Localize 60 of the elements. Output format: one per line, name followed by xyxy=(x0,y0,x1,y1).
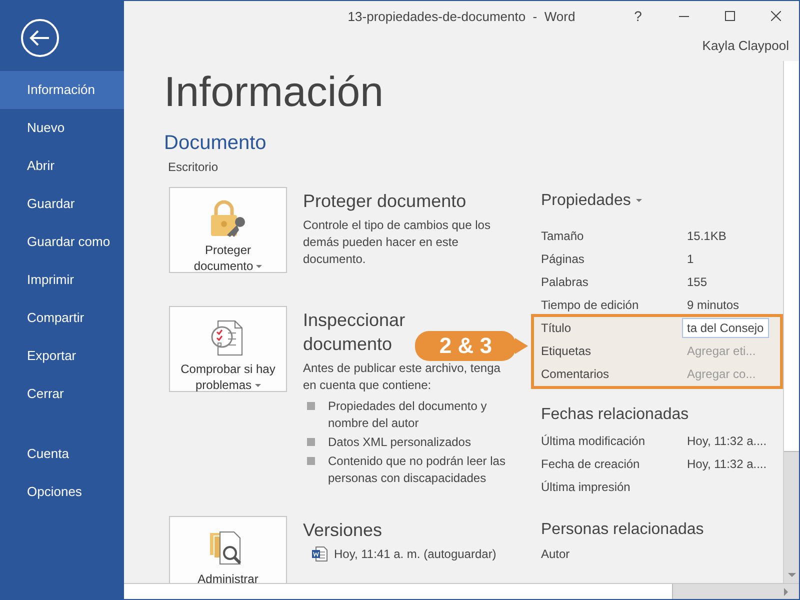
property-label: Etiquetas xyxy=(541,343,592,360)
version-entry[interactable]: Hoy, 11:41 a. m. (autoguardar) xyxy=(334,547,496,561)
property-label: Última impresión xyxy=(541,479,632,496)
property-label: Fecha de creación xyxy=(541,456,641,473)
sidebar-item[interactable]: Cuenta xyxy=(0,435,124,473)
property-label: Última modificación xyxy=(541,433,646,450)
sidebar-item[interactable]: Abrir xyxy=(0,147,124,185)
help-button[interactable]: ? xyxy=(615,1,661,31)
bullet-icon xyxy=(307,457,315,465)
section-heading: Fechas relacionadas xyxy=(541,405,690,425)
sidebar-item[interactable]: Guardar como xyxy=(0,223,124,261)
property-label: Tiempo de edición xyxy=(541,297,640,314)
title-field[interactable]: ta del Consejo xyxy=(682,318,769,338)
document-heading: Documento xyxy=(164,131,268,156)
property-value: 15.1KB xyxy=(687,228,726,245)
sidebar-item[interactable]: Nuevo xyxy=(0,109,124,147)
sidebar-item[interactable]: Opciones xyxy=(0,473,124,511)
card-button[interactable]: Administrar xyxy=(169,516,287,583)
property-value: Hoy, 11:32 a.... xyxy=(687,433,767,450)
sidebar-item[interactable]: Imprimir xyxy=(0,261,124,299)
sidebar-item[interactable]: Cerrar xyxy=(0,375,124,413)
property-value: 9 minutos xyxy=(687,297,740,314)
property-label: Autor xyxy=(541,546,571,563)
horizontal-scrollbar[interactable] xyxy=(124,583,799,599)
maximize-icon xyxy=(725,11,735,21)
property-label: Comentarios xyxy=(541,366,610,383)
property-value: 155 xyxy=(687,274,708,291)
user-name[interactable]: Kayla Claypool xyxy=(702,31,789,61)
section-title: Inspeccionar documento xyxy=(303,309,406,356)
property-label: Páginas xyxy=(541,251,586,268)
sidebar-item[interactable]: Información xyxy=(0,71,124,109)
section-description: Controle el tipo de cambios que los demás pueden hacer en este documento. xyxy=(303,217,492,268)
lock-key-icon xyxy=(208,200,248,238)
property-value: Hoy, 11:32 a.... xyxy=(687,456,767,473)
close-icon xyxy=(771,11,781,21)
word-document-icon xyxy=(312,546,328,562)
sidebar-item[interactable]: Compartir xyxy=(0,299,124,337)
bullet-icon xyxy=(307,402,315,410)
back-icon[interactable] xyxy=(20,18,60,58)
section-description: Antes de publicar este archivo, tenga en cuenta que contiene: xyxy=(303,360,502,394)
card-button[interactable]: Proteger documento xyxy=(169,187,287,273)
property-value: 1 xyxy=(687,251,694,268)
page-heading: Información xyxy=(164,67,384,117)
section-title: Versiones xyxy=(303,519,382,542)
section-title: Proteger documento xyxy=(303,190,466,213)
section-heading[interactable]: Propiedades xyxy=(541,191,783,211)
vertical-scrollbar[interactable] xyxy=(783,61,799,583)
property-label: Título xyxy=(541,320,572,337)
property-label: Palabras xyxy=(541,274,590,291)
section-heading: Personas relacionadas xyxy=(541,520,705,540)
bullet-text: Datos XML personalizados xyxy=(328,434,472,451)
property-label: Tamaño xyxy=(541,228,585,245)
bullet-icon xyxy=(307,438,315,446)
card-button[interactable]: Comprobar si hay problemas xyxy=(169,306,287,392)
bullet-text: Contenido que no podrán leer las personas con discapacidades xyxy=(328,453,506,487)
sidebar-item[interactable]: Guardar xyxy=(0,185,124,223)
document-location: Escritorio xyxy=(167,159,220,175)
window-title: 13-propiedades-de-documento - Word xyxy=(348,8,576,24)
sidebar-item[interactable]: Exportar xyxy=(0,337,124,375)
bullet-text: Propiedades del documento y nombre del autor xyxy=(328,398,488,432)
